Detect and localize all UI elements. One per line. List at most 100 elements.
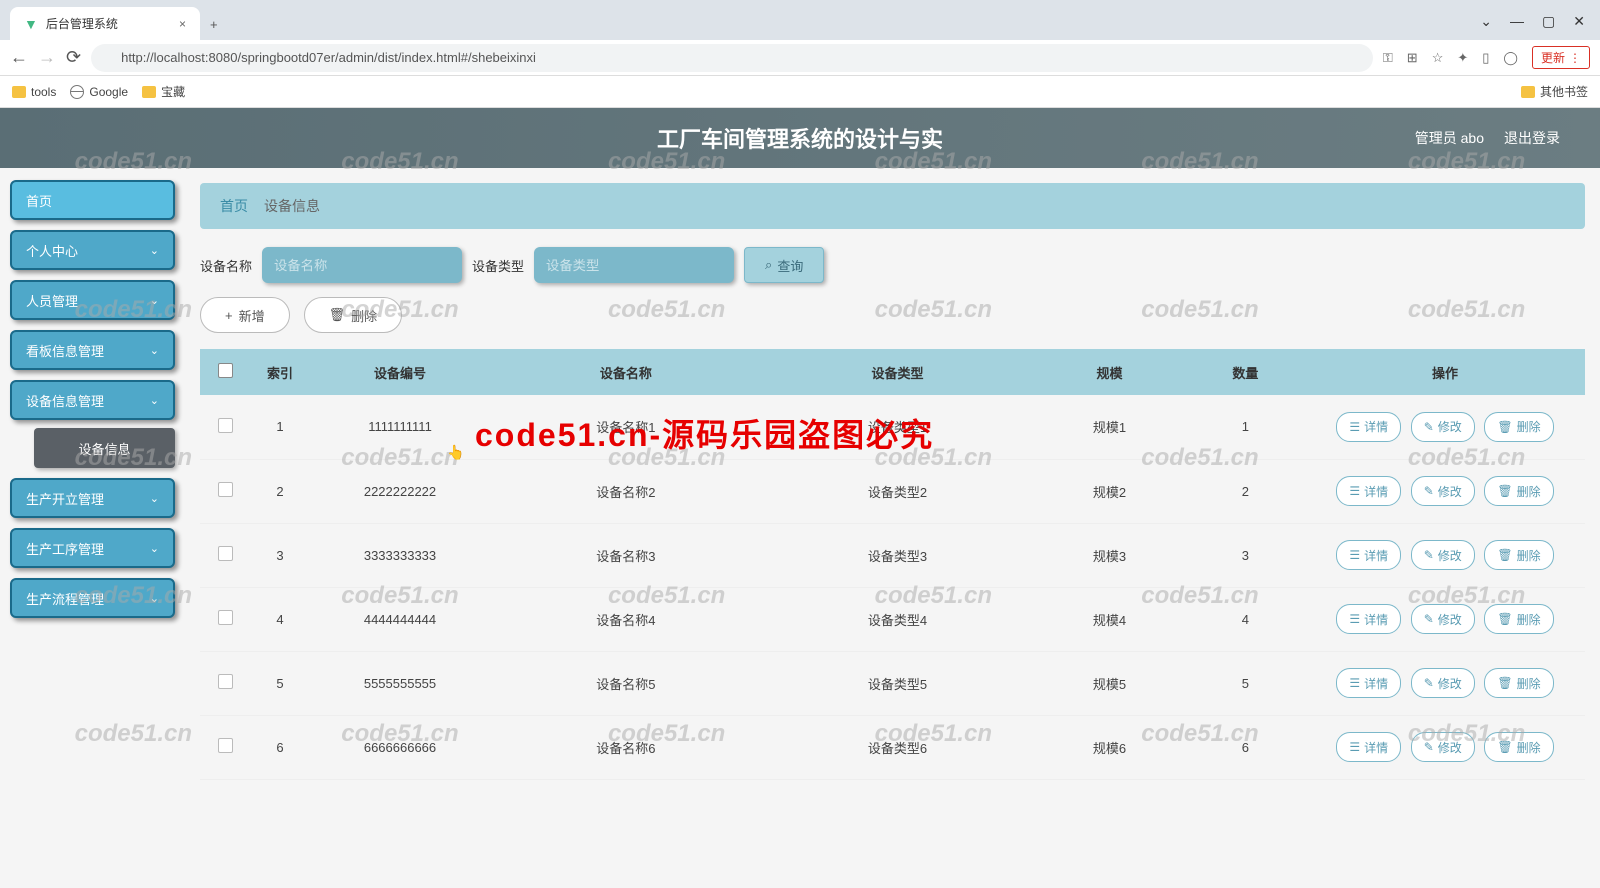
tab-title: 后台管理系统: [46, 15, 118, 32]
sidebar-item-label: 人员管理: [26, 291, 78, 310]
maximize-icon[interactable]: ▢: [1542, 13, 1555, 30]
chevron-down-icon: ⌄: [150, 394, 159, 407]
bookmark-tools[interactable]: tools: [12, 85, 56, 99]
detail-button[interactable]: ☰ 详情: [1336, 540, 1401, 570]
edit-button[interactable]: ✎ 修改: [1411, 412, 1475, 442]
translate-icon[interactable]: ⊞: [1407, 50, 1418, 66]
breadcrumb-home[interactable]: 首页: [220, 196, 248, 216]
add-button[interactable]: +新增: [200, 297, 290, 333]
sidebar-item-5[interactable]: 生产开立管理⌄: [10, 478, 175, 518]
window-controls: ⌄ — ▢ ✕: [1465, 3, 1600, 40]
row-checkbox[interactable]: [218, 482, 233, 497]
cell-code: 4444444444: [310, 587, 490, 651]
chevron-down-icon: ⌄: [150, 542, 159, 555]
key-icon[interactable]: ⚿: [1383, 50, 1393, 66]
trash-icon: 🗑: [1497, 676, 1512, 690]
cell-qty: 1: [1186, 395, 1305, 459]
cell-name: 设备名称6: [490, 715, 762, 779]
cell-type: 设备类型3: [762, 523, 1034, 587]
sidebar-item-0[interactable]: 首页: [10, 180, 175, 220]
logout-link[interactable]: 退出登录: [1504, 128, 1560, 148]
delete-row-button[interactable]: 🗑 删除: [1484, 604, 1553, 634]
table-row: 5 5555555555 设备名称5 设备类型5 规模5 5 ☰ 详情 ✎ 修改…: [200, 651, 1585, 715]
chevron-down-icon[interactable]: ⌄: [1480, 13, 1492, 30]
edit-button[interactable]: ✎ 修改: [1411, 732, 1475, 762]
row-checkbox[interactable]: [218, 738, 233, 753]
sidebar-item-1[interactable]: 个人中心⌄: [10, 230, 175, 270]
edit-icon: ✎: [1424, 676, 1434, 690]
cell-type: 设备类型2: [762, 459, 1034, 523]
edit-button[interactable]: ✎ 修改: [1411, 540, 1475, 570]
bookmark-google[interactable]: Google: [70, 85, 128, 99]
trash-icon: 🗑: [1497, 420, 1512, 434]
page-title: 工厂车间管理系统的设计与实: [657, 122, 943, 154]
delete-row-button[interactable]: 🗑 删除: [1484, 668, 1553, 698]
back-button[interactable]: ←: [10, 47, 28, 68]
type-filter-input[interactable]: [534, 247, 734, 283]
profile-icon[interactable]: ◯: [1503, 50, 1518, 66]
reload-button[interactable]: ⟳: [66, 47, 81, 68]
row-checkbox[interactable]: [218, 610, 233, 625]
plus-icon: +: [225, 308, 233, 323]
select-all-checkbox[interactable]: [218, 363, 233, 378]
extensions-icon[interactable]: ✦: [1457, 50, 1468, 66]
edit-icon: ✎: [1424, 420, 1434, 434]
trash-icon: 🗑: [329, 307, 346, 323]
trash-icon: 🗑: [1497, 484, 1512, 498]
sidebar-item-2[interactable]: 人员管理⌄: [10, 280, 175, 320]
close-window-icon[interactable]: ✕: [1573, 13, 1585, 30]
url-input[interactable]: [91, 44, 1373, 72]
sidebar-item-4[interactable]: 设备信息管理⌄: [10, 380, 175, 420]
minimize-icon[interactable]: —: [1510, 13, 1524, 30]
delete-row-button[interactable]: 🗑 删除: [1484, 476, 1553, 506]
app-page: code51.cncode51.cncode51.cncode51.cncode…: [0, 108, 1600, 888]
user-label[interactable]: 管理员 abo: [1415, 128, 1484, 148]
close-tab-icon[interactable]: ×: [179, 17, 186, 31]
col-qty: 数量: [1186, 349, 1305, 395]
sidebar-item-3[interactable]: 看板信息管理⌄: [10, 330, 175, 370]
detail-button[interactable]: ☰ 详情: [1336, 476, 1401, 506]
bookmark-baozang[interactable]: 宝藏: [142, 83, 185, 100]
edit-button[interactable]: ✎ 修改: [1411, 476, 1475, 506]
row-checkbox[interactable]: [218, 546, 233, 561]
col-type: 设备类型: [762, 349, 1034, 395]
sidebar-item-6[interactable]: 生产工序管理⌄: [10, 528, 175, 568]
cell-index: 4: [250, 587, 310, 651]
row-checkbox[interactable]: [218, 418, 233, 433]
sidebar-item-7[interactable]: 生产流程管理⌄: [10, 578, 175, 618]
row-checkbox[interactable]: [218, 674, 233, 689]
edit-button[interactable]: ✎ 修改: [1411, 668, 1475, 698]
delete-row-button[interactable]: 🗑 删除: [1484, 732, 1553, 762]
cell-ops: ☰ 详情 ✎ 修改 🗑 删除: [1305, 523, 1585, 587]
type-filter-label: 设备类型: [472, 256, 524, 275]
star-icon[interactable]: ☆: [1432, 50, 1444, 66]
submenu-device-info[interactable]: 设备信息: [34, 428, 175, 468]
col-code: 设备编号: [310, 349, 490, 395]
search-button[interactable]: ⌕ 查询: [744, 247, 824, 283]
cell-qty: 5: [1186, 651, 1305, 715]
detail-button[interactable]: ☰ 详情: [1336, 412, 1401, 442]
detail-button[interactable]: ☰ 详情: [1336, 604, 1401, 634]
list-icon: ☰: [1349, 740, 1360, 754]
delete-row-button[interactable]: 🗑 删除: [1484, 412, 1553, 442]
edit-button[interactable]: ✎ 修改: [1411, 604, 1475, 634]
browser-window: ▼ 后台管理系统 × + ⌄ — ▢ ✕ ← → ⟳ ⓘ ⚿ ⊞ ☆ ✦ ▯ ◯…: [0, 0, 1600, 888]
update-button[interactable]: 更新 ⋮: [1532, 46, 1590, 69]
sidebar-item-label: 看板信息管理: [26, 341, 104, 360]
vue-icon: ▼: [24, 16, 38, 32]
other-bookmarks[interactable]: 其他书签: [1521, 83, 1588, 100]
detail-button[interactable]: ☰ 详情: [1336, 732, 1401, 762]
cell-index: 6: [250, 715, 310, 779]
delete-button[interactable]: 🗑删除: [304, 297, 403, 333]
new-tab-button[interactable]: +: [200, 9, 228, 40]
trash-icon: 🗑: [1497, 740, 1512, 754]
reading-list-icon[interactable]: ▯: [1482, 50, 1489, 66]
name-filter-input[interactable]: [262, 247, 462, 283]
forward-button: →: [38, 47, 56, 68]
list-icon: ☰: [1349, 548, 1360, 562]
detail-button[interactable]: ☰ 详情: [1336, 668, 1401, 698]
breadcrumb-current: 设备信息: [264, 196, 320, 216]
browser-tab[interactable]: ▼ 后台管理系统 ×: [10, 7, 200, 40]
cell-type: 设备类型5: [762, 651, 1034, 715]
delete-row-button[interactable]: 🗑 删除: [1484, 540, 1553, 570]
